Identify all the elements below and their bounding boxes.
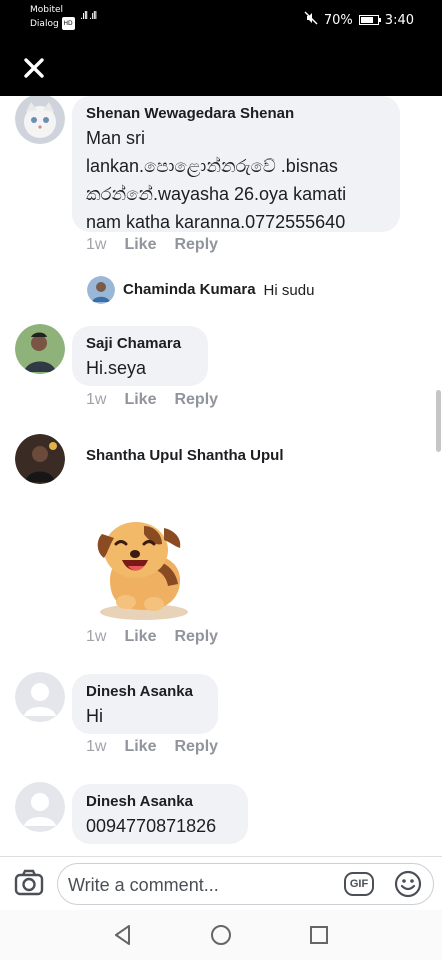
comment-author[interactable]: Shenan Wewagedara Shenan: [86, 104, 386, 124]
carrier-1: Mobitel: [30, 5, 64, 15]
reply-text: Hi sudu: [263, 281, 315, 299]
system-nav-bar: [0, 910, 442, 960]
comment-author[interactable]: Dinesh Asanka: [86, 792, 234, 812]
close-icon[interactable]: [20, 54, 48, 82]
comment-text-line: lankan.පොළොන්නරුවේ .bisnas: [86, 156, 338, 176]
network-tag-icon: HD: [61, 17, 75, 30]
comment-text-line: Man sri: [86, 128, 146, 148]
comment-actions: 1w Like Reply: [86, 391, 218, 409]
status-bar: Mobitel Dialog HD .ıll .ıll 70% 3:40: [0, 0, 442, 40]
reply-row[interactable]: Chaminda Kumara Hi sudu: [87, 276, 314, 304]
avatar[interactable]: [15, 672, 65, 722]
avatar[interactable]: [15, 434, 65, 484]
comment-author[interactable]: Shantha Upul Shantha Upul: [86, 446, 284, 466]
gif-button[interactable]: GIF: [344, 872, 374, 896]
avatar[interactable]: [15, 324, 65, 374]
comment-time: 1w: [86, 391, 107, 408]
comment-text-line: nam katha karanna.0772555640: [86, 212, 346, 232]
back-icon[interactable]: [110, 922, 136, 948]
camera-icon[interactable]: [14, 869, 44, 897]
comment-author[interactable]: Dinesh Asanka: [86, 682, 204, 702]
comment-time: 1w: [86, 738, 107, 755]
emoji-icon[interactable]: [394, 870, 422, 898]
like-button[interactable]: Like: [124, 628, 156, 646]
avatar[interactable]: [15, 782, 65, 832]
comment-text-line: කරන්නේ.wayasha 26.oya kamati: [86, 184, 347, 204]
reply-button[interactable]: Reply: [174, 391, 218, 409]
reply-author[interactable]: Chaminda Kumara: [123, 280, 256, 300]
smiling-puppy-sticker: [86, 508, 198, 624]
comment-input[interactable]: Write a comment... GIF: [57, 863, 434, 905]
avatar[interactable]: [15, 96, 65, 144]
comment-actions: 1w Like Reply: [86, 236, 218, 254]
comment-actions: 1w Like Reply: [86, 738, 218, 756]
carrier-info: Mobitel Dialog HD: [30, 4, 75, 31]
carrier-2: Dialog: [30, 19, 59, 29]
comment-bubble[interactable]: Shenan Wewagedara Shenan Man sri lankan.…: [72, 96, 400, 232]
reply-button[interactable]: Reply: [174, 236, 218, 254]
comment-time: 1w: [86, 628, 107, 645]
mute-icon: [304, 11, 318, 29]
like-button[interactable]: Like: [124, 391, 156, 409]
reply-button[interactable]: Reply: [174, 738, 218, 756]
comment-placeholder: Write a comment...: [68, 875, 219, 895]
reply-button[interactable]: Reply: [174, 628, 218, 646]
battery-icon: [358, 15, 381, 25]
comments-feed[interactable]: Shenan Wewagedara Shenan Man sri lankan.…: [0, 96, 442, 856]
home-icon[interactable]: [208, 922, 234, 948]
comment-text: 0094770871826: [86, 816, 217, 836]
like-button[interactable]: Like: [124, 236, 156, 254]
comment-time: 1w: [86, 236, 107, 253]
avatar[interactable]: [87, 276, 115, 304]
comment-composer: Write a comment... GIF: [0, 856, 442, 910]
comment-bubble[interactable]: Saji Chamara Hi.seya: [72, 326, 208, 386]
comment-actions: 1w Like Reply: [86, 628, 218, 646]
comment-text: Hi: [86, 706, 103, 726]
comment-bubble[interactable]: Dinesh Asanka Hi: [72, 674, 218, 734]
comment-bubble[interactable]: Dinesh Asanka 0094770871826: [72, 784, 248, 844]
status-right: 70% 3:40: [304, 11, 414, 29]
clock: 3:40: [384, 12, 414, 28]
comment-author[interactable]: Saji Chamara: [86, 334, 194, 354]
comment-text: Hi.seya: [86, 358, 147, 378]
scrollbar[interactable]: [436, 390, 441, 452]
header-bar: [0, 40, 442, 96]
recents-icon[interactable]: [306, 922, 332, 948]
signal-icon: .ıll .ıll: [80, 10, 97, 22]
battery-percent: 70%: [323, 12, 353, 28]
like-button[interactable]: Like: [124, 738, 156, 756]
